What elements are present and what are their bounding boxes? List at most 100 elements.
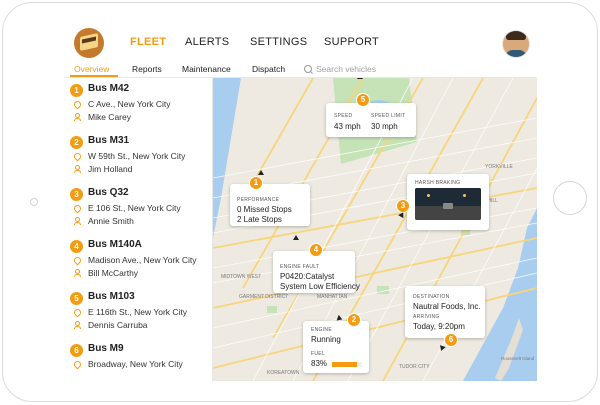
driver-icon [74, 269, 81, 277]
bus-direction-icon [258, 170, 264, 175]
list-item[interactable]: 3 Bus Q32 E 106 St., New York City Annie… [64, 182, 212, 234]
app-screen: FLEET ALERTS SETTINGS SUPPORT Overview R… [64, 20, 537, 381]
nav-support[interactable]: SUPPORT [324, 36, 379, 48]
destination-card[interactable]: DESTINATION Nautral Foods, Inc. ARRIVING… [405, 286, 485, 338]
user-avatar[interactable] [502, 30, 530, 58]
bus-direction-icon [357, 78, 363, 79]
missed-stops: 0 Missed Stops [237, 205, 292, 214]
fault-code: P0420:Catalyst [280, 272, 335, 281]
speed-label: SPEED [334, 113, 353, 119]
bus-driver: Dennis Carruba [88, 320, 148, 330]
map-label-roosevelt-island: Roosevelt Island [501, 356, 535, 361]
bus-number-badge: 1 [70, 84, 83, 97]
engine-status-card[interactable]: ENGINE Running FUEL 83% [303, 321, 369, 373]
bus-name: Bus M42 [88, 83, 130, 94]
map-marker-6[interactable]: 6 [444, 333, 458, 347]
engine-value: Running [311, 335, 341, 344]
fuel-progress-fill [332, 362, 357, 367]
home-button[interactable] [553, 181, 587, 215]
speed-card[interactable]: SPEED 43 mph SPEED LIMIT 30 mph [326, 103, 416, 137]
speed-limit-label: SPEED LIMIT [371, 113, 406, 119]
speed-limit-value: 30 mph [371, 122, 398, 131]
fault-description: System Low Efficiency [280, 282, 360, 291]
driver-icon [74, 165, 81, 173]
nav-settings[interactable]: SETTINGS [250, 36, 307, 48]
bus-driver: Annie Smith [88, 216, 134, 226]
list-item[interactable]: 1 Bus M42 C Ave., New York City Mike Car… [64, 78, 212, 130]
nav-alerts[interactable]: ALERTS [185, 36, 229, 48]
arriving-value: Today, 9:20pm [413, 322, 465, 331]
tab-overview[interactable]: Overview [74, 64, 109, 74]
bus-direction-icon [293, 235, 299, 240]
bus-driver: Mike Carey [88, 112, 131, 122]
destination-value: Nautral Foods, Inc. [413, 302, 481, 311]
search-icon [304, 65, 312, 73]
map-label-garment-district: GARMENT DISTRICT [239, 294, 289, 300]
list-item[interactable]: 6 Bus M9 Broadway, New York City [64, 338, 212, 381]
map-label-koreatown: KOREATOWN [267, 370, 300, 376]
bus-location: E 106 St., New York City [88, 203, 181, 213]
driver-icon [74, 321, 81, 329]
tab-dispatch[interactable]: Dispatch [252, 64, 285, 74]
driver-icon [74, 113, 81, 121]
performance-label: PERFORMANCE [237, 197, 280, 203]
engine-label: ENGINE [311, 327, 332, 333]
bus-name: Bus Q32 [88, 187, 129, 198]
bus-name: Bus M103 [88, 291, 135, 302]
map-marker-4[interactable]: 4 [309, 243, 323, 257]
location-pin-icon [72, 99, 83, 110]
fuel-label: FUEL [311, 351, 325, 357]
location-pin-icon [72, 151, 83, 162]
bus-driver: Bill McCarthy [88, 268, 139, 278]
speed-value: 43 mph [334, 122, 361, 131]
driver-icon [74, 217, 81, 225]
list-item[interactable]: 2 Bus M31 W 59th St., New York City Jim … [64, 130, 212, 182]
map-marker-5[interactable]: 5 [356, 93, 370, 107]
list-item[interactable]: 5 Bus M103 E 116th St., New York City De… [64, 286, 212, 338]
bus-name: Bus M31 [88, 135, 130, 146]
location-pin-icon [72, 307, 83, 318]
bus-driver: Jim Holland [88, 164, 133, 174]
performance-card[interactable]: PERFORMANCE 0 Missed Stops 2 Late Stops [230, 184, 310, 226]
destination-label: DESTINATION [413, 294, 450, 300]
location-pin-icon [72, 359, 83, 370]
map-marker-3[interactable]: 3 [396, 199, 410, 213]
dashcam-thumbnail[interactable] [415, 188, 481, 220]
fleet-map[interactable]: MIDTOWN WEST GARMENT DISTRICT MANHATTAN … [213, 78, 537, 381]
bus-location: E 116th St., New York City [88, 307, 188, 317]
bus-number-badge: 2 [70, 136, 83, 149]
bus-name: Bus M9 [88, 343, 124, 354]
map-label-yorkville: YORKVILLE [485, 164, 513, 170]
arriving-label: ARRIVING [413, 314, 440, 320]
bus-number-badge: 6 [70, 344, 83, 357]
tab-reports[interactable]: Reports [132, 64, 162, 74]
map-marker-1[interactable]: 1 [249, 176, 263, 190]
bus-location: C Ave., New York City [88, 99, 171, 109]
map-label-tudor-city: TUDOR CITY [399, 364, 430, 370]
bus-location: W 59th St., New York City [88, 151, 186, 161]
harsh-braking-card[interactable]: HARSH BRAKING [407, 174, 489, 230]
engine-fault-label: ENGINE FAULT [280, 264, 320, 270]
tab-maintenance[interactable]: Maintenance [182, 64, 231, 74]
harsh-braking-label: HARSH BRAKING [415, 180, 461, 186]
fuel-value: 83% [311, 359, 328, 368]
nav-fleet[interactable]: FLEET [130, 36, 166, 48]
late-stops: 2 Late Stops [237, 215, 282, 224]
bus-location: Broadway, New York City [88, 359, 183, 369]
bus-number-badge: 4 [70, 240, 83, 253]
bus-location: Madison Ave., New York City [88, 255, 197, 265]
location-pin-icon [72, 203, 83, 214]
map-label-manhattan: MANHATTAN [317, 294, 348, 300]
search-input[interactable] [316, 62, 426, 76]
bus-name: Bus M140A [88, 239, 142, 250]
map-label-midtown-west: MIDTOWN WEST [221, 274, 262, 280]
camera-dot [30, 198, 38, 206]
bus-number-badge: 3 [70, 188, 83, 201]
list-item[interactable]: 4 Bus M140A Madison Ave., New York City … [64, 234, 212, 286]
app-logo[interactable] [74, 28, 104, 58]
engine-fault-card[interactable]: ENGINE FAULT P0420:Catalyst System Low E… [273, 251, 360, 293]
location-pin-icon [72, 255, 83, 266]
map-marker-2[interactable]: 2 [347, 313, 361, 327]
vehicle-list: 1 Bus M42 C Ave., New York City Mike Car… [64, 78, 213, 381]
bus-number-badge: 5 [70, 292, 83, 305]
